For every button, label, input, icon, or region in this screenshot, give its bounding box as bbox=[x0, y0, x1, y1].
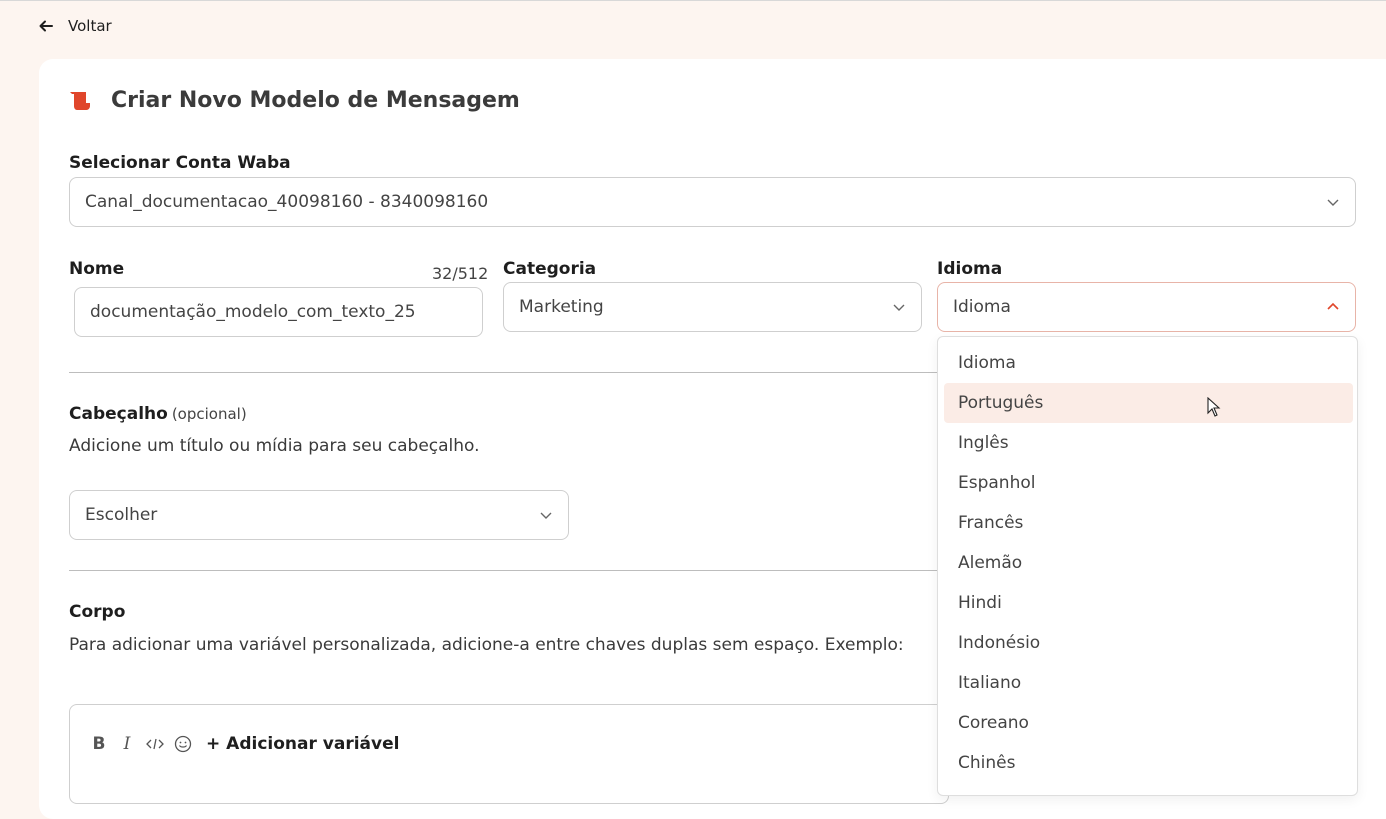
optional-tag: (opcional) bbox=[171, 405, 247, 423]
page-title: Criar Novo Modelo de Mensagem bbox=[111, 88, 520, 113]
chevron-down-icon bbox=[1327, 199, 1339, 206]
category-select[interactable]: Marketing bbox=[503, 282, 922, 332]
bold-icon: B bbox=[92, 734, 106, 754]
editor-toolbar: B I + Adicionar variável bbox=[90, 733, 400, 755]
add-variable-button[interactable]: + Adicionar variável bbox=[206, 734, 399, 754]
emoji-icon bbox=[174, 735, 192, 753]
category-select-value: Marketing bbox=[519, 297, 604, 317]
language-option[interactable]: Idioma bbox=[944, 343, 1353, 383]
language-option[interactable]: Coreano bbox=[944, 703, 1353, 743]
body-section-title: Corpo bbox=[69, 602, 126, 622]
language-option[interactable]: Italiano bbox=[944, 663, 1353, 703]
language-option[interactable]: Francês bbox=[944, 503, 1353, 543]
code-button[interactable] bbox=[146, 733, 164, 755]
language-option[interactable]: Português bbox=[944, 383, 1353, 423]
bold-button[interactable]: B bbox=[90, 733, 108, 755]
back-label: Voltar bbox=[68, 17, 112, 35]
category-label: Categoria bbox=[503, 259, 597, 279]
header-type-select[interactable]: Escolher bbox=[69, 490, 569, 540]
language-label: Idioma bbox=[937, 259, 1003, 279]
language-option[interactable]: Inglês bbox=[944, 423, 1353, 463]
language-option[interactable]: Alemão bbox=[944, 543, 1353, 583]
body-section-description: Para adicionar uma variável personalizad… bbox=[69, 635, 904, 655]
code-icon bbox=[146, 738, 164, 750]
page-header: Criar Novo Modelo de Mensagem bbox=[69, 88, 520, 113]
italic-button[interactable]: I bbox=[118, 733, 136, 755]
mouse-pointer-icon bbox=[1207, 397, 1221, 417]
language-select[interactable]: Idioma bbox=[937, 282, 1356, 332]
header-type-select-value: Escolher bbox=[85, 505, 158, 525]
language-option[interactable]: Indonésio bbox=[944, 623, 1353, 663]
language-option[interactable]: Espanhol bbox=[944, 463, 1353, 503]
chevron-up-icon bbox=[1327, 302, 1339, 310]
header-section-title-text: Cabeçalho bbox=[69, 404, 168, 424]
top-bar: Voltar bbox=[0, 0, 1386, 58]
waba-label: Selecionar Conta Waba bbox=[69, 153, 291, 173]
waba-select[interactable]: Canal_documentacao_40098160 - 8340098160 bbox=[69, 177, 1356, 227]
emoji-button[interactable] bbox=[174, 733, 192, 755]
chevron-down-icon bbox=[893, 304, 905, 311]
back-button[interactable]: Voltar bbox=[38, 17, 112, 35]
name-input[interactable] bbox=[74, 287, 483, 337]
language-select-value: Idioma bbox=[953, 297, 1011, 317]
chevron-down-icon bbox=[540, 512, 552, 519]
arrow-left-icon bbox=[39, 20, 53, 32]
italic-icon: I bbox=[123, 734, 131, 754]
language-option[interactable]: Hindi bbox=[944, 583, 1353, 623]
name-counter: 32/512 bbox=[432, 264, 489, 283]
scroll-icon bbox=[70, 91, 90, 110]
header-section-description: Adicione um título ou mídia para seu cab… bbox=[69, 436, 480, 456]
language-option[interactable]: Chinês bbox=[944, 743, 1353, 783]
header-section-title: Cabeçalho (opcional) bbox=[69, 404, 247, 424]
divider bbox=[69, 570, 937, 571]
divider bbox=[69, 372, 937, 373]
waba-select-value: Canal_documentacao_40098160 - 8340098160 bbox=[85, 192, 489, 212]
language-dropdown: Idioma Português Inglês Espanhol Francês… bbox=[937, 336, 1358, 796]
name-label: Nome bbox=[69, 259, 125, 279]
